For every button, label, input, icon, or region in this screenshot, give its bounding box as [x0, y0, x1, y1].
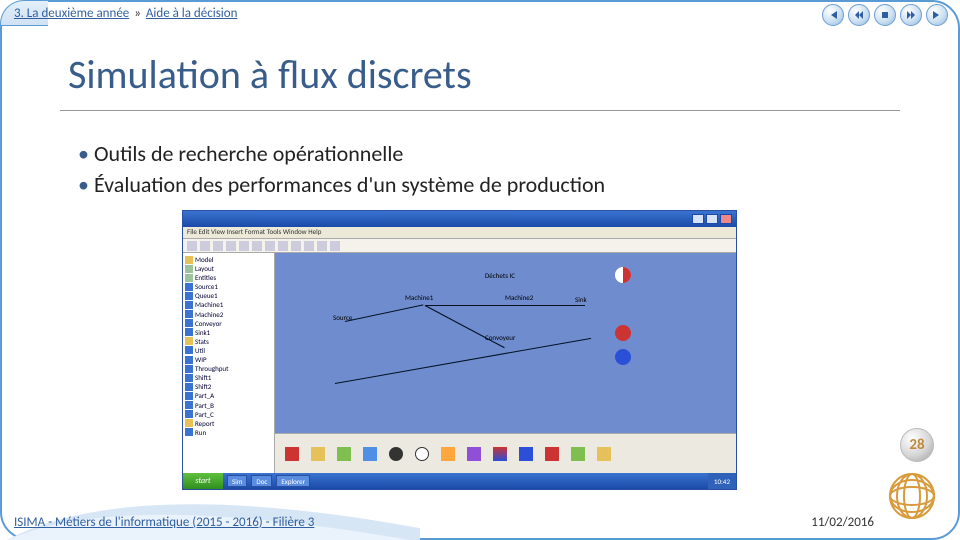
canvas-label: Machine2 [505, 293, 533, 302]
tree-item: Layout [185, 264, 272, 273]
tree-item: Stats [185, 337, 272, 346]
flow-arc [425, 305, 515, 306]
toolbar-icon [200, 241, 210, 251]
palette-icon [545, 447, 559, 461]
palette-icon [389, 447, 403, 461]
palette-icon [571, 447, 585, 461]
title-underline [60, 110, 900, 111]
toolbar-icon [265, 241, 275, 251]
status-dot-half-icon [615, 267, 631, 283]
tree-item: WIP [185, 355, 272, 364]
slide-nav-controls [822, 4, 948, 26]
bullet-list: Outils de recherche opérationnelle Évalu… [78, 140, 605, 202]
flow-arc [345, 304, 423, 322]
minimize-icon [692, 214, 704, 224]
toolbar-icon [239, 241, 249, 251]
toolbar-icon [291, 241, 301, 251]
toolbar-icon [278, 241, 288, 251]
toolbar-icon [213, 241, 223, 251]
breadcrumb-section[interactable]: 3. La deuxième année [14, 6, 129, 21]
palette-icon [337, 447, 351, 461]
palette-icon [441, 447, 455, 461]
palette-icon [467, 447, 481, 461]
window-titlebar [183, 211, 736, 227]
status-dot-blue-icon [615, 349, 631, 365]
bullet-item: Évaluation des performances d'un système… [78, 171, 605, 198]
model-tree: ModelLayoutEntitiesSource1Queue1Machine1… [183, 253, 275, 473]
close-icon [720, 214, 732, 224]
status-dot-red-icon [615, 325, 631, 341]
tree-item: Report [185, 419, 272, 428]
toolbar [183, 239, 736, 253]
tree-item: Util [185, 346, 272, 355]
palette-icon [415, 447, 429, 461]
last-slide-button[interactable] [926, 4, 948, 26]
maximize-icon [706, 214, 718, 224]
breadcrumb-separator: » [134, 6, 141, 21]
toolbar-icon [252, 241, 262, 251]
footer-date: 11/02/2016 [811, 515, 874, 530]
palette-icon [493, 447, 507, 461]
menubar: File Edit View Insert Format Tools Windo… [183, 227, 736, 239]
footer-left-link[interactable]: ISIMA - Métiers de l'informatique (2015 … [14, 515, 314, 530]
flow-arc [515, 305, 585, 306]
canvas-label: Déchets IC [485, 271, 515, 280]
toolbar-icon [226, 241, 236, 251]
tree-item: Conveyor [185, 319, 272, 328]
tree-item: Entities [185, 273, 272, 282]
tree-item: Machine2 [185, 310, 272, 319]
tree-item: Throughput [185, 364, 272, 373]
tree-item: Shift1 [185, 373, 272, 382]
toolbar-icon [317, 241, 327, 251]
taskbar-item: Explorer [276, 475, 310, 487]
prev-slide-button[interactable] [848, 4, 870, 26]
palette-icon [597, 447, 611, 461]
system-tray: 10:42 [708, 473, 736, 489]
slide-number-badge: 28 [900, 428, 934, 462]
stop-button[interactable] [874, 4, 896, 26]
palette-icon [363, 447, 377, 461]
flow-arc [335, 338, 591, 384]
canvas-label: Convoyeur [485, 333, 515, 342]
tree-item: Run [185, 428, 272, 437]
tree-item: Sink1 [185, 328, 272, 337]
simulation-software-screenshot: File Edit View Insert Format Tools Windo… [182, 210, 737, 490]
tree-item: Model [185, 255, 272, 264]
taskbar-item: Doc [251, 475, 272, 487]
tree-item: Part_B [185, 401, 272, 410]
object-palette [275, 433, 736, 473]
globe-logo-icon [886, 470, 938, 522]
bullet-item: Outils de recherche opérationnelle [78, 140, 605, 167]
palette-icon [519, 447, 533, 461]
canvas-label: Source [333, 313, 352, 322]
windows-taskbar: start Sim Doc Explorer 10:42 [183, 473, 736, 489]
tree-item: Source1 [185, 282, 272, 291]
next-slide-button[interactable] [900, 4, 922, 26]
taskbar-item: Sim [227, 475, 247, 487]
first-slide-button[interactable] [822, 4, 844, 26]
model-canvas: Déchets IC Machine1 Machine2 Convoyeur Sourc… [275, 253, 736, 433]
tree-item: Queue1 [185, 291, 272, 300]
canvas-label: Machine1 [405, 293, 433, 302]
tree-item: Shift2 [185, 382, 272, 391]
tree-item: Part_A [185, 391, 272, 400]
canvas-label: Sink [575, 295, 587, 304]
breadcrumb-page[interactable]: Aide à la décision [146, 6, 238, 21]
toolbar-icon [187, 241, 197, 251]
breadcrumb: 3. La deuxième année » Aide à la décisio… [14, 6, 237, 21]
palette-icon [285, 447, 299, 461]
toolbar-icon [330, 241, 340, 251]
start-button: start [183, 473, 223, 489]
tree-item: Machine1 [185, 300, 272, 309]
palette-icon [311, 447, 325, 461]
toolbar-icon [304, 241, 314, 251]
slide-title: Simulation à flux discrets [68, 50, 472, 99]
tree-item: Part_C [185, 410, 272, 419]
